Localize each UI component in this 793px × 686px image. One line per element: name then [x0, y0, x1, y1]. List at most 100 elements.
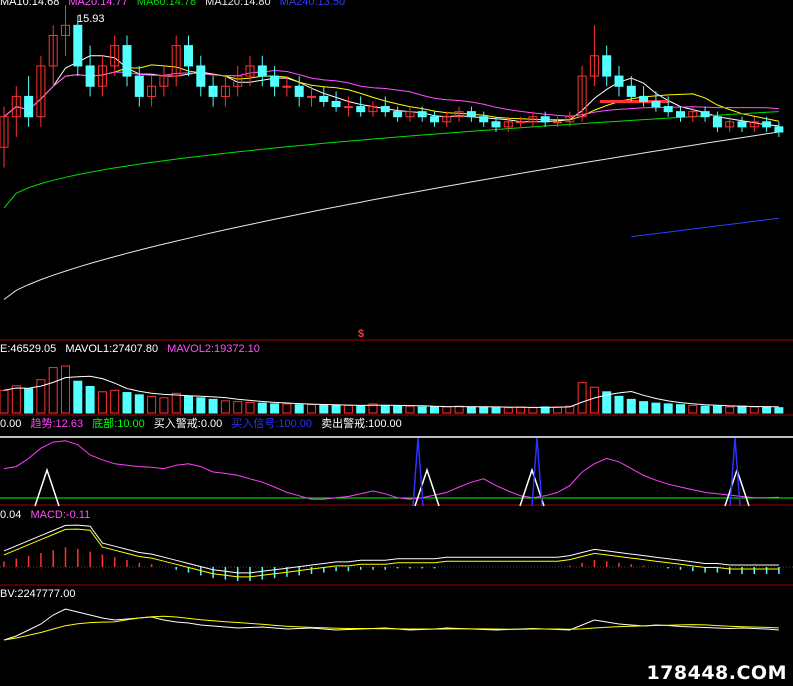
volume-bar	[196, 397, 206, 414]
volume-bar	[688, 404, 698, 414]
volume-bar	[85, 386, 95, 414]
candle-body	[774, 126, 784, 133]
volume-bar	[36, 379, 46, 414]
candle-body	[343, 106, 353, 109]
watermark-text: 178448.COM	[646, 662, 787, 684]
legend-ma60: MA60:14.78	[136, 0, 197, 8]
candle-body	[184, 45, 193, 67]
candle-body	[712, 116, 722, 128]
volume-bar	[356, 405, 366, 414]
volume-bar	[712, 405, 722, 414]
legend-ma240: MA240:13.50	[279, 0, 346, 8]
volume-bar	[491, 407, 501, 414]
volume-bar	[270, 403, 280, 414]
candle-body	[122, 45, 132, 77]
volume-bar	[737, 405, 747, 414]
warning-spike-0	[34, 467, 60, 507]
candle-body	[466, 111, 476, 118]
indicator-legend: 0.00 趋势:12.63 底部:10.00 买入警戒:0.00 买入信号:10…	[0, 418, 408, 431]
legend-vol: E:46529.05	[0, 343, 57, 355]
legend-buy-warning: 买入警戒:0.00	[153, 418, 223, 430]
warning-spike-1	[414, 467, 440, 507]
ma240-line	[631, 217, 779, 238]
high-price-label: 15.93	[77, 13, 105, 25]
legend-ma10: MA10:14.68	[0, 0, 60, 8]
obv-line	[3, 608, 779, 641]
candle-body	[663, 106, 673, 113]
candle-body	[651, 100, 661, 108]
buy-signal-spike-1	[531, 437, 543, 507]
candle-body	[393, 111, 403, 118]
indicator-series	[3, 437, 779, 507]
volume-series	[0, 365, 784, 414]
volume-bar	[417, 406, 427, 414]
legend-bottom: 底部:10.00	[92, 418, 145, 430]
volume-bar	[257, 402, 267, 414]
candle-body	[516, 121, 526, 124]
ma10-line	[3, 55, 779, 127]
volume-bar	[393, 405, 403, 414]
volume-bar	[614, 395, 624, 414]
volume-bar	[774, 407, 784, 414]
legend-trend: 趋势:12.63	[30, 418, 84, 430]
legend-mavol1: MAVOL1:27407.80	[65, 343, 159, 355]
candle-body	[479, 116, 489, 123]
volume-bar	[466, 406, 476, 414]
ma120-line	[3, 131, 779, 300]
volume-bar	[147, 395, 157, 414]
volume-bar	[171, 392, 181, 414]
candle-body	[602, 55, 612, 77]
candle-body	[331, 100, 341, 108]
stock-chart-stage: { "colors": { "up": "#ff3232", "down": "…	[0, 0, 793, 686]
volume-bar	[282, 403, 292, 414]
volume-bar	[405, 405, 415, 414]
panel-separators	[0, 339, 793, 586]
volume-bar	[110, 389, 120, 414]
candle-body	[307, 95, 316, 98]
obv-series	[3, 608, 779, 641]
volume-bar	[663, 403, 673, 414]
volume-bar	[516, 406, 526, 414]
volume-bar	[73, 380, 83, 414]
volume-bar	[442, 406, 452, 414]
candle-body	[294, 85, 304, 97]
volume-bar	[294, 404, 304, 414]
candle-body	[282, 85, 292, 88]
candle-body	[196, 65, 206, 87]
volume-bar	[319, 404, 329, 414]
volume-bar	[503, 407, 513, 414]
volume-bar	[700, 405, 710, 414]
volume-bar	[233, 401, 243, 414]
obv-legend: BV:2247777.00	[0, 588, 81, 601]
candle-body	[134, 75, 144, 97]
candle-body	[257, 65, 267, 77]
legend-ind-0: 0.00	[0, 418, 22, 430]
candle-body	[430, 116, 439, 123]
volume-bar	[626, 398, 636, 414]
legend-macd-0: 0.04	[0, 509, 22, 521]
legend-sell-warning: 卖出警戒:100.00	[321, 418, 402, 430]
ma60-line	[3, 111, 779, 209]
volume-bar	[589, 386, 599, 414]
legend-ma120: MA120:14.80	[205, 0, 271, 8]
candle-body	[700, 111, 710, 118]
volume-bar	[61, 365, 70, 414]
volume-bar	[725, 406, 735, 414]
legend-ma20: MA20:14.77	[68, 0, 128, 8]
candle-body	[626, 85, 636, 97]
volume-bar	[11, 385, 21, 414]
volume-bar	[24, 388, 34, 414]
volume-bar	[184, 395, 193, 414]
candle-body	[614, 75, 624, 87]
candle-body	[208, 85, 218, 97]
candle-body	[737, 121, 747, 128]
candle-body	[639, 95, 649, 102]
legend-buy-signal: 买入信号:100.00	[231, 418, 313, 430]
candle-body	[417, 111, 427, 118]
candle-body	[319, 95, 329, 102]
volume-bar	[577, 382, 587, 414]
volume-bar	[553, 406, 562, 414]
volume-bar	[676, 404, 685, 414]
volume-bar	[749, 406, 759, 414]
candle-body	[540, 116, 550, 123]
